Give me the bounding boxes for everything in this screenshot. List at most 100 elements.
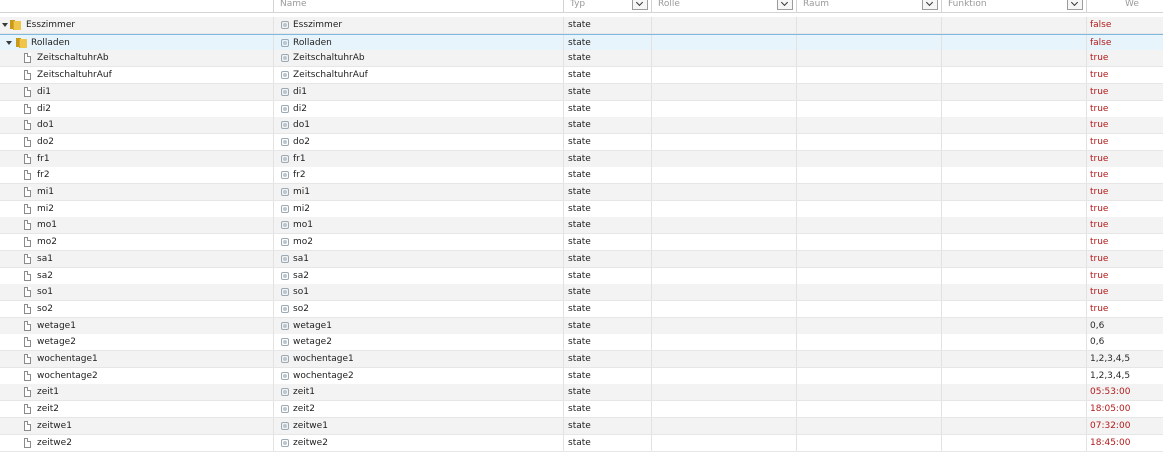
function-cell[interactable] (942, 351, 1087, 367)
value-cell[interactable]: 0,6 (1087, 318, 1163, 334)
value-cell[interactable]: true (1087, 50, 1163, 66)
function-cell[interactable] (942, 417, 1087, 434)
value-cell[interactable]: true (1087, 251, 1163, 267)
table-row[interactable]: Esszimmer Esszimmer state false (0, 17, 1163, 34)
room-cell[interactable] (797, 117, 942, 134)
value-cell[interactable]: true (1087, 167, 1163, 183)
table-row[interactable]: zeitwe2 zeitwe2 state 18:45:00 (0, 434, 1163, 452)
function-cell[interactable] (942, 133, 1087, 150)
function-cell[interactable] (942, 217, 1087, 234)
name-cell[interactable]: sa2 (274, 267, 564, 284)
expand-toggle-icon[interactable] (6, 40, 12, 45)
table-row[interactable]: zeitwe1 zeitwe1 state 07:32:00 (0, 417, 1163, 435)
function-cell[interactable] (942, 17, 1087, 33)
id-cell[interactable]: zeitwe2 (0, 434, 274, 451)
table-row[interactable]: so1 so1 state true (0, 284, 1163, 302)
table-row[interactable]: so2 so2 state true (0, 300, 1163, 318)
chevron-down-icon[interactable] (922, 0, 938, 10)
table-row[interactable]: mi1 mi1 state true (0, 184, 1163, 201)
role-cell[interactable] (652, 434, 797, 451)
role-cell[interactable] (652, 284, 797, 301)
name-cell[interactable]: fr2 (274, 167, 564, 184)
room-cell[interactable] (797, 334, 942, 351)
name-cell[interactable]: mi1 (274, 184, 564, 200)
id-cell[interactable]: Rolladen (0, 34, 274, 51)
table-row[interactable]: fr2 fr2 state true (0, 167, 1163, 185)
table-row[interactable]: ZeitschaltuhrAuf ZeitschaltuhrAuf state tru… (0, 67, 1163, 85)
room-cell[interactable] (797, 217, 942, 234)
id-cell[interactable]: zeitwe1 (0, 417, 274, 434)
value-cell[interactable]: 05:53:00 (1087, 384, 1163, 400)
function-cell[interactable] (942, 434, 1087, 451)
role-cell[interactable] (652, 184, 797, 200)
id-cell[interactable]: wochentage1 (0, 351, 274, 367)
name-cell[interactable]: wochentage2 (274, 367, 564, 384)
role-cell[interactable] (652, 384, 797, 401)
table-row[interactable]: sa1 sa1 state true (0, 250, 1163, 268)
table-row[interactable]: zeit2 zeit2 state 18:05:00 (0, 401, 1163, 419)
room-cell[interactable] (797, 284, 942, 301)
id-cell[interactable]: do2 (0, 133, 274, 150)
value-cell[interactable]: 0,6 (1087, 334, 1163, 350)
name-cell[interactable]: zeitwe2 (274, 434, 564, 451)
name-cell[interactable]: wetage1 (274, 317, 564, 334)
id-cell[interactable]: fr1 (0, 150, 274, 167)
table-row[interactable]: zeit1 zeit1 state 05:53:00 (0, 384, 1163, 402)
role-cell[interactable] (652, 34, 797, 51)
function-cell[interactable] (942, 367, 1087, 384)
role-cell[interactable] (652, 117, 797, 134)
function-cell[interactable] (942, 50, 1087, 67)
role-cell[interactable] (652, 300, 797, 317)
room-cell[interactable] (797, 50, 942, 67)
function-filter-select[interactable]: Funktion (942, 0, 1064, 11)
room-cell[interactable] (797, 434, 942, 451)
table-row[interactable]: wochentage2 wochentage2 state 1,2,3,4,5 (0, 367, 1163, 385)
room-cell[interactable] (797, 100, 942, 117)
room-cell[interactable] (797, 267, 942, 284)
name-cell[interactable]: Rolladen (274, 34, 564, 51)
table-row[interactable]: wetage2 wetage2 state 0,6 (0, 334, 1163, 352)
id-cell[interactable]: wetage2 (0, 334, 274, 351)
value-cell[interactable]: true (1087, 268, 1163, 284)
function-cell[interactable] (942, 317, 1087, 334)
role-cell[interactable] (652, 234, 797, 251)
value-cell[interactable]: true (1087, 184, 1163, 200)
name-filter-cell[interactable]: Name (274, 0, 564, 12)
role-cell[interactable] (652, 417, 797, 434)
id-cell[interactable]: so1 (0, 284, 274, 301)
id-cell[interactable]: zeit1 (0, 384, 274, 401)
room-filter-select[interactable]: Raum (797, 0, 919, 11)
id-filter-cell[interactable] (0, 0, 274, 12)
id-cell[interactable]: mo2 (0, 234, 274, 251)
value-cell[interactable]: false (1087, 35, 1163, 51)
role-cell[interactable] (652, 67, 797, 84)
value-cell[interactable]: false (1087, 17, 1163, 33)
table-row[interactable]: ZeitschaltuhrAb ZeitschaltuhrAb state true (0, 50, 1163, 68)
room-cell[interactable] (797, 200, 942, 217)
table-row[interactable]: mo1 mo1 state true (0, 217, 1163, 235)
name-cell[interactable]: zeit2 (274, 401, 564, 418)
id-cell[interactable]: wochentage2 (0, 367, 274, 384)
role-cell[interactable] (652, 50, 797, 67)
function-cell[interactable] (942, 184, 1087, 200)
name-cell[interactable]: mi2 (274, 200, 564, 217)
name-cell[interactable]: zeitwe1 (274, 417, 564, 434)
room-cell[interactable] (797, 367, 942, 384)
id-cell[interactable]: ZeitschaltuhrAuf (0, 67, 274, 84)
room-cell[interactable] (797, 83, 942, 100)
value-cell[interactable]: true (1087, 117, 1163, 133)
room-filter-cell[interactable]: Raum (797, 0, 942, 12)
role-cell[interactable] (652, 317, 797, 334)
name-cell[interactable]: zeit1 (274, 384, 564, 401)
id-cell[interactable]: sa1 (0, 250, 274, 267)
function-filter-cell[interactable]: Funktion (942, 0, 1087, 12)
function-cell[interactable] (942, 284, 1087, 301)
name-cell[interactable]: mo1 (274, 217, 564, 234)
function-cell[interactable] (942, 384, 1087, 401)
id-cell[interactable]: sa2 (0, 267, 274, 284)
room-cell[interactable] (797, 317, 942, 334)
room-cell[interactable] (797, 384, 942, 401)
chevron-down-icon[interactable] (777, 0, 793, 10)
value-cell[interactable]: true (1087, 151, 1163, 167)
function-cell[interactable] (942, 200, 1087, 217)
